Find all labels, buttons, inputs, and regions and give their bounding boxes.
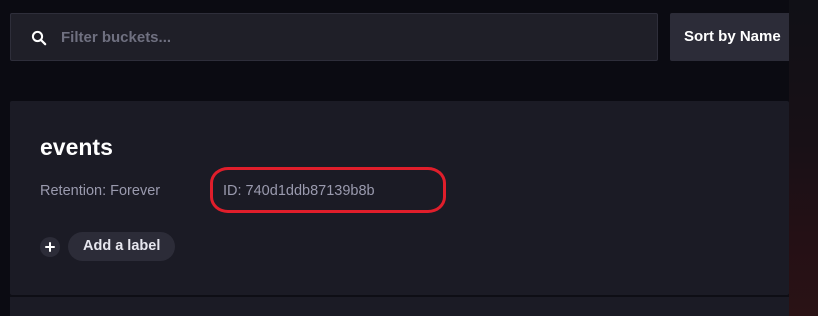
bucket-name[interactable]: events (40, 133, 113, 161)
sort-button[interactable]: Sort by Name (670, 13, 789, 61)
bucket-retention: Retention: Forever (40, 183, 161, 199)
search-box[interactable] (10, 13, 658, 61)
bucket-id: ID: 740d1ddb87139b8b (223, 183, 375, 199)
bucket-card: events Retention: Forever ID: 740d1ddb87… (10, 101, 789, 295)
search-input[interactable] (61, 14, 641, 60)
search-icon (31, 30, 47, 46)
add-label-button[interactable]: Add a label (68, 232, 176, 261)
background-edge (789, 0, 818, 316)
plus-icon[interactable] (40, 237, 60, 257)
bucket-card-next (10, 297, 789, 316)
